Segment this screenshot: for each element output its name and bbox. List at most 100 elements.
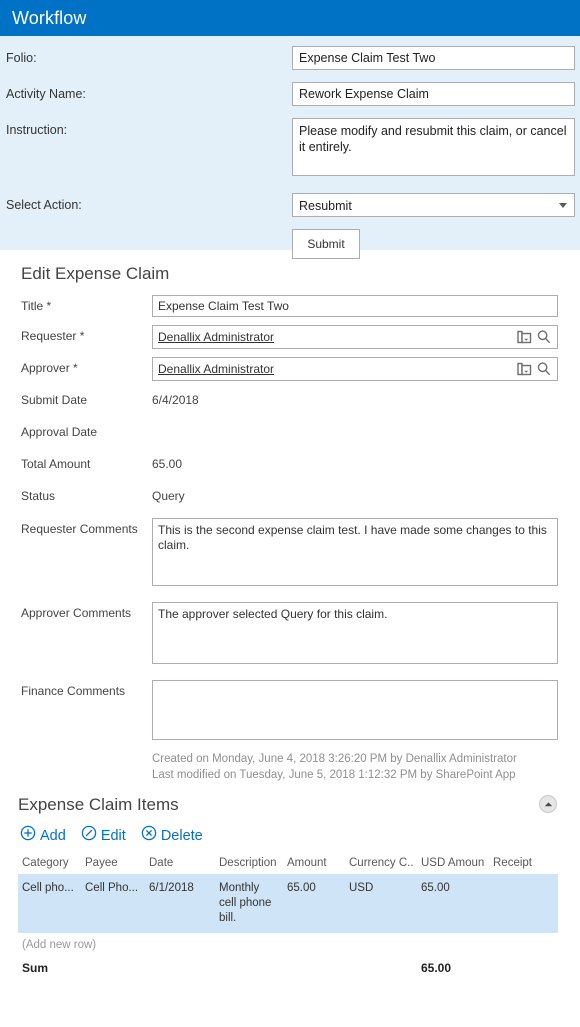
approval-date-row: Approval Date	[0, 421, 580, 443]
column-header-currency-code[interactable]: Currency C..	[345, 857, 417, 874]
finance-comments-label: Finance Comments	[21, 684, 126, 698]
requester-label: Requester *	[21, 329, 85, 343]
column-header-description[interactable]: Description	[215, 857, 283, 874]
sum-spacer-2	[145, 960, 215, 976]
instruction-row: Instruction: Please modify and resubmit …	[0, 118, 580, 181]
submit-field-wrap: Submit	[292, 229, 580, 259]
title-row: Title *	[0, 295, 580, 317]
instruction-field-wrap: Please modify and resubmit this claim, o…	[292, 118, 580, 181]
title-label: Title *	[21, 299, 52, 313]
folio-field-wrap	[292, 46, 580, 70]
column-header-usd-amount[interactable]: USD Amoun	[417, 857, 489, 874]
requester-people-picker[interactable]: Denallix Administrator	[152, 325, 558, 349]
finance-comments-row: Finance Comments	[0, 680, 580, 745]
title-field-wrap	[152, 295, 580, 317]
add-button-label: Add	[40, 827, 66, 844]
select-action-field-wrap: Resubmit	[292, 193, 580, 217]
requester-value: Denallix Administrator	[158, 330, 275, 344]
select-action-wrap: Resubmit	[292, 193, 575, 217]
requester-field-wrap: Denallix Administrator	[152, 325, 580, 349]
address-book-icon[interactable]	[514, 327, 534, 347]
approver-row: Approver * Denallix Administrator	[0, 357, 580, 381]
items-section-title: Expense Claim Items	[18, 795, 179, 814]
circle-x-icon	[141, 825, 157, 846]
status-row: Status Query	[0, 485, 580, 507]
last-modified-line: Last modified on Tuesday, June 5, 2018 1…	[152, 769, 516, 781]
sum-spacer-3	[215, 960, 283, 976]
edit-expense-claim-form: Edit Expense Claim Title * Requester * D…	[0, 250, 580, 783]
workflow-title: Workflow	[12, 8, 87, 28]
address-book-icon[interactable]	[514, 359, 534, 379]
delete-button-label: Delete	[160, 827, 203, 844]
column-header-receipt[interactable]: Receipt	[489, 857, 558, 874]
cell-description: Monthly cell phone bill.	[219, 882, 272, 924]
add-new-row-link[interactable]: (Add new row)	[0, 937, 580, 953]
submit-button[interactable]: Submit	[292, 229, 360, 259]
cell-amount: 65.00	[287, 882, 316, 894]
items-toolbar: Add Edit Delete	[0, 825, 580, 846]
workflow-header-bar: Workflow	[0, 0, 580, 36]
expense-claim-items-section: Expense Claim Items Add Edit Delete Cate…	[0, 783, 580, 976]
workflow-task-page: Workflow Folio: Activity Name: Instructi…	[0, 0, 580, 1027]
record-metadata: Created on Monday, June 4, 2018 3:26:20 …	[0, 751, 580, 783]
table-header-row: Category Payee Date Description Amount C…	[18, 857, 558, 874]
instruction-label: Instruction:	[6, 123, 68, 137]
cell-receipt	[489, 874, 558, 933]
sum-spacer-6	[489, 960, 558, 976]
column-header-amount[interactable]: Amount	[283, 857, 345, 874]
requester-row: Requester * Denallix Administrator	[0, 325, 580, 349]
approver-comments-label: Approver Comments	[21, 606, 132, 620]
approver-label: Approver *	[21, 361, 78, 375]
sum-value: 65.00	[421, 961, 452, 975]
folio-input[interactable]	[292, 46, 575, 70]
column-header-payee[interactable]: Payee	[81, 857, 145, 874]
submit-date-value: 6/4/2018	[152, 393, 199, 407]
status-value: Query	[152, 489, 185, 503]
cell-date: 6/1/2018	[149, 882, 194, 894]
finance-comments-textarea[interactable]	[152, 680, 558, 740]
requester-comments-field-wrap: This is the second expense claim test. I…	[152, 518, 580, 591]
total-amount-row: Total Amount 65.00	[0, 453, 580, 475]
approver-people-picker[interactable]: Denallix Administrator	[152, 357, 558, 381]
approver-value: Denallix Administrator	[158, 362, 275, 376]
column-header-date[interactable]: Date	[145, 857, 215, 874]
finance-comments-field-wrap	[152, 680, 580, 745]
submit-date-label: Submit Date	[21, 393, 88, 407]
search-icon[interactable]	[534, 359, 554, 379]
circle-pencil-icon	[81, 825, 97, 846]
activity-name-label: Activity Name:	[6, 87, 86, 101]
sum-spacer-5	[345, 960, 417, 976]
total-amount-value: 65.00	[152, 457, 183, 471]
edit-button[interactable]: Edit	[81, 825, 126, 846]
delete-button[interactable]: Delete	[141, 825, 203, 846]
sum-spacer-4	[283, 960, 345, 976]
approver-field-wrap: Denallix Administrator	[152, 357, 580, 381]
instruction-textarea[interactable]: Please modify and resubmit this claim, o…	[292, 118, 575, 176]
requester-comments-textarea[interactable]: This is the second expense claim test. I…	[152, 518, 558, 586]
table-row[interactable]: Cell pho... Cell Pho... 6/1/2018 Monthly…	[18, 874, 558, 933]
search-icon[interactable]	[534, 327, 554, 347]
activity-name-field-wrap	[292, 82, 580, 106]
title-input[interactable]	[152, 295, 558, 317]
chevron-up-icon[interactable]	[539, 795, 557, 813]
sum-spacer-1	[81, 960, 145, 976]
created-on-line: Created on Monday, June 4, 2018 3:26:20 …	[152, 753, 517, 765]
requester-comments-row: Requester Comments This is the second ex…	[0, 518, 580, 591]
cell-category: Cell pho...	[22, 882, 74, 894]
approver-comments-textarea[interactable]: The approver selected Query for this cla…	[152, 602, 558, 664]
select-action-label: Select Action:	[6, 198, 82, 212]
cell-payee: Cell Pho...	[85, 882, 139, 894]
cell-currency-code: USD	[349, 882, 374, 894]
status-label: Status	[21, 489, 56, 503]
form-section-title: Edit Expense Claim	[21, 264, 170, 283]
column-header-category[interactable]: Category	[18, 857, 81, 874]
approver-comments-row: Approver Comments The approver selected …	[0, 602, 580, 669]
add-button[interactable]: Add	[20, 825, 66, 846]
approval-date-label: Approval Date	[21, 425, 98, 439]
approver-comments-field-wrap: The approver selected Query for this cla…	[152, 602, 580, 669]
total-amount-label: Total Amount	[21, 457, 91, 471]
select-action-dropdown[interactable]: Resubmit	[292, 193, 575, 217]
folio-label: Folio:	[6, 51, 37, 65]
activity-name-input[interactable]	[292, 82, 575, 106]
workflow-panel: Folio: Activity Name: Instruction: Pleas…	[0, 36, 580, 259]
